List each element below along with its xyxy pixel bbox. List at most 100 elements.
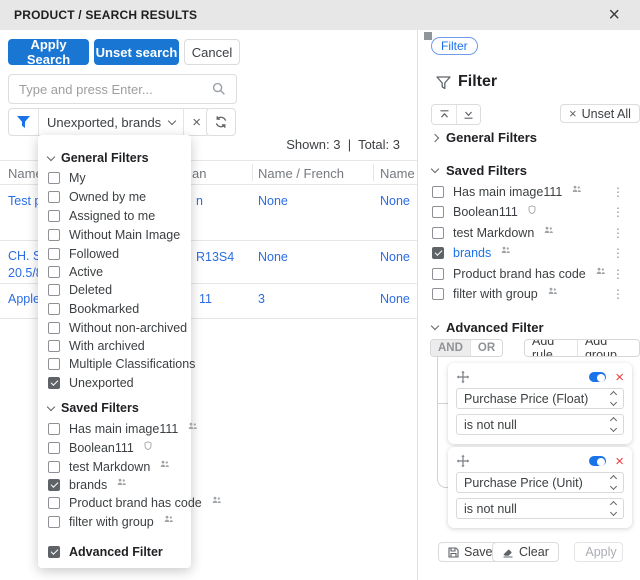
checkbox[interactable]	[48, 248, 60, 260]
dropdown-item-without-non-archived[interactable]: Without non-archived	[48, 321, 187, 335]
checkbox[interactable]	[432, 247, 444, 259]
cancel-button[interactable]: Cancel	[184, 39, 240, 65]
add-rule-button[interactable]: Add rule	[525, 340, 577, 356]
table-row-1-name-link[interactable]: Test p	[8, 194, 41, 208]
panel-item-product-brand-has-code[interactable]: Product brand has code	[432, 267, 605, 281]
rule-1-operator-select[interactable]: is not null	[456, 414, 624, 435]
checkbox[interactable]	[48, 303, 60, 315]
dropdown-item-filter-with-group[interactable]: filter with group	[48, 515, 173, 529]
checkbox[interactable]	[48, 546, 60, 558]
kebab-menu-icon[interactable]: ⋮	[611, 205, 625, 219]
dropdown-saved-filters-header[interactable]: Saved Filters	[46, 401, 139, 415]
kebab-menu-icon[interactable]: ⋮	[611, 287, 625, 301]
collapse-all-button[interactable]	[432, 105, 456, 124]
dropdown-item-has-main-image111[interactable]: Has main image111	[48, 422, 198, 436]
table-row-2-french-link[interactable]: None	[258, 250, 288, 264]
table-row-3-french-link[interactable]: 3	[258, 292, 265, 306]
checkbox[interactable]	[48, 377, 60, 389]
panel-item-brands[interactable]: brands	[432, 246, 511, 260]
panel-item-has-main-image111[interactable]: Has main image111	[432, 185, 582, 199]
checkbox[interactable]	[48, 461, 60, 473]
table-row-2-name-link[interactable]: CH. S	[8, 249, 41, 263]
table-row-1-french-link[interactable]: None	[258, 194, 288, 208]
apply-search-button[interactable]: Apply Search	[8, 37, 89, 67]
dropdown-item-without-main-image[interactable]: Without Main Image	[48, 228, 180, 242]
unset-search-button[interactable]: Unset search	[94, 39, 179, 65]
checkbox[interactable]	[432, 268, 444, 280]
dropdown-item-bookmarked[interactable]: Bookmarked	[48, 302, 139, 316]
dropdown-item-active[interactable]: Active	[48, 265, 103, 279]
checkbox[interactable]	[432, 206, 444, 218]
table-row-1-name4-link[interactable]: None	[380, 194, 410, 208]
checkbox[interactable]	[48, 442, 60, 454]
checkbox[interactable]	[48, 172, 60, 184]
checkbox[interactable]	[48, 322, 60, 334]
checkbox[interactable]	[48, 340, 60, 352]
dropdown-item-my[interactable]: My	[48, 171, 86, 185]
panel-saved-filters-header[interactable]: Saved Filters	[430, 163, 527, 178]
and-operator-button[interactable]: AND	[431, 340, 470, 356]
dropdown-item-boolean111[interactable]: Boolean111	[48, 440, 152, 455]
add-group-button[interactable]: Add group	[576, 340, 639, 356]
delete-rule-icon[interactable]: ×	[615, 454, 624, 469]
dropdown-item-followed[interactable]: Followed	[48, 247, 119, 261]
checkbox[interactable]	[48, 266, 60, 278]
checkbox[interactable]	[48, 497, 60, 509]
dropdown-general-filters-header[interactable]: General Filters	[46, 151, 149, 165]
checkbox[interactable]	[48, 191, 60, 203]
kebab-menu-icon[interactable]: ⋮	[611, 267, 625, 281]
dropdown-item-with-archived[interactable]: With archived	[48, 339, 145, 353]
checkbox[interactable]	[48, 229, 60, 241]
filter-chip[interactable]: Filter	[431, 37, 478, 55]
dropdown-item-owned-by-me[interactable]: Owned by me	[48, 190, 146, 204]
panel-advanced-filter-header[interactable]: Advanced Filter	[430, 320, 544, 335]
rule-2-toggle[interactable]	[589, 456, 607, 466]
kebab-menu-icon[interactable]: ⋮	[611, 185, 625, 199]
checkbox[interactable]	[48, 479, 60, 491]
delete-rule-icon[interactable]: ×	[615, 370, 624, 385]
rule-1-toggle[interactable]	[589, 372, 607, 382]
rule-2-operator-select[interactable]: is not null	[456, 498, 624, 519]
filter-select[interactable]: Unexported, brands	[38, 109, 183, 135]
kebab-menu-icon[interactable]: ⋮	[611, 226, 625, 240]
rule-1-field-select[interactable]: Purchase Price (Float)	[456, 388, 624, 409]
panel-item-test-markdown[interactable]: test Markdown	[432, 226, 554, 240]
dropdown-item-multiple-classifications[interactable]: Multiple Classifications	[48, 357, 195, 371]
checkbox[interactable]	[432, 227, 444, 239]
dropdown-item-brands[interactable]: brands	[48, 478, 127, 492]
drag-handle-icon[interactable]	[456, 370, 470, 384]
table-row-2-col2-link[interactable]: R13S4	[196, 250, 234, 264]
checkbox[interactable]	[48, 210, 60, 222]
table-row-1-col2-link[interactable]: n	[196, 194, 203, 208]
table-row-2-name4-link[interactable]: None	[380, 250, 410, 264]
expand-all-button[interactable]	[456, 105, 480, 124]
apply-button[interactable]: Apply	[574, 542, 623, 562]
clear-button[interactable]: Clear	[492, 542, 559, 562]
panel-general-filters-header[interactable]: General Filters	[430, 130, 537, 145]
search-input[interactable]: Type and press Enter...	[8, 74, 237, 104]
checkbox[interactable]	[48, 423, 60, 435]
drag-handle-icon[interactable]	[456, 454, 470, 468]
checkbox[interactable]	[48, 516, 60, 528]
table-row-3-name4-link[interactable]: None	[380, 292, 410, 306]
or-operator-button[interactable]: OR	[469, 340, 503, 356]
dropdown-item-assigned-to-me[interactable]: Assigned to me	[48, 209, 155, 223]
dropdown-item-deleted[interactable]: Deleted	[48, 283, 112, 297]
checkbox[interactable]	[432, 288, 444, 300]
close-icon[interactable]: ×	[602, 5, 626, 25]
unset-all-button[interactable]: × Unset All	[560, 104, 640, 123]
dropdown-item-test-markdown[interactable]: test Markdown	[48, 460, 170, 474]
dropdown-item-advanced-filter[interactable]: Advanced Filter	[48, 545, 163, 559]
kebab-menu-icon[interactable]: ⋮	[611, 246, 625, 260]
table-row-3-name-link[interactable]: Apple	[8, 292, 40, 306]
filter-funnel-button[interactable]	[9, 109, 38, 135]
dropdown-item-product-brand-has-code[interactable]: Product brand has code	[48, 496, 221, 510]
rule-2-field-select[interactable]: Purchase Price (Unit)	[456, 472, 624, 493]
checkbox[interactable]	[48, 284, 60, 296]
dropdown-item-unexported[interactable]: Unexported	[48, 376, 134, 390]
table-row-3-col2-link[interactable]: 11	[199, 292, 212, 306]
panel-item-filter-with-group[interactable]: filter with group	[432, 287, 557, 301]
checkbox[interactable]	[48, 358, 60, 370]
refresh-button[interactable]	[206, 108, 236, 136]
panel-item-boolean111[interactable]: Boolean111	[432, 204, 536, 219]
